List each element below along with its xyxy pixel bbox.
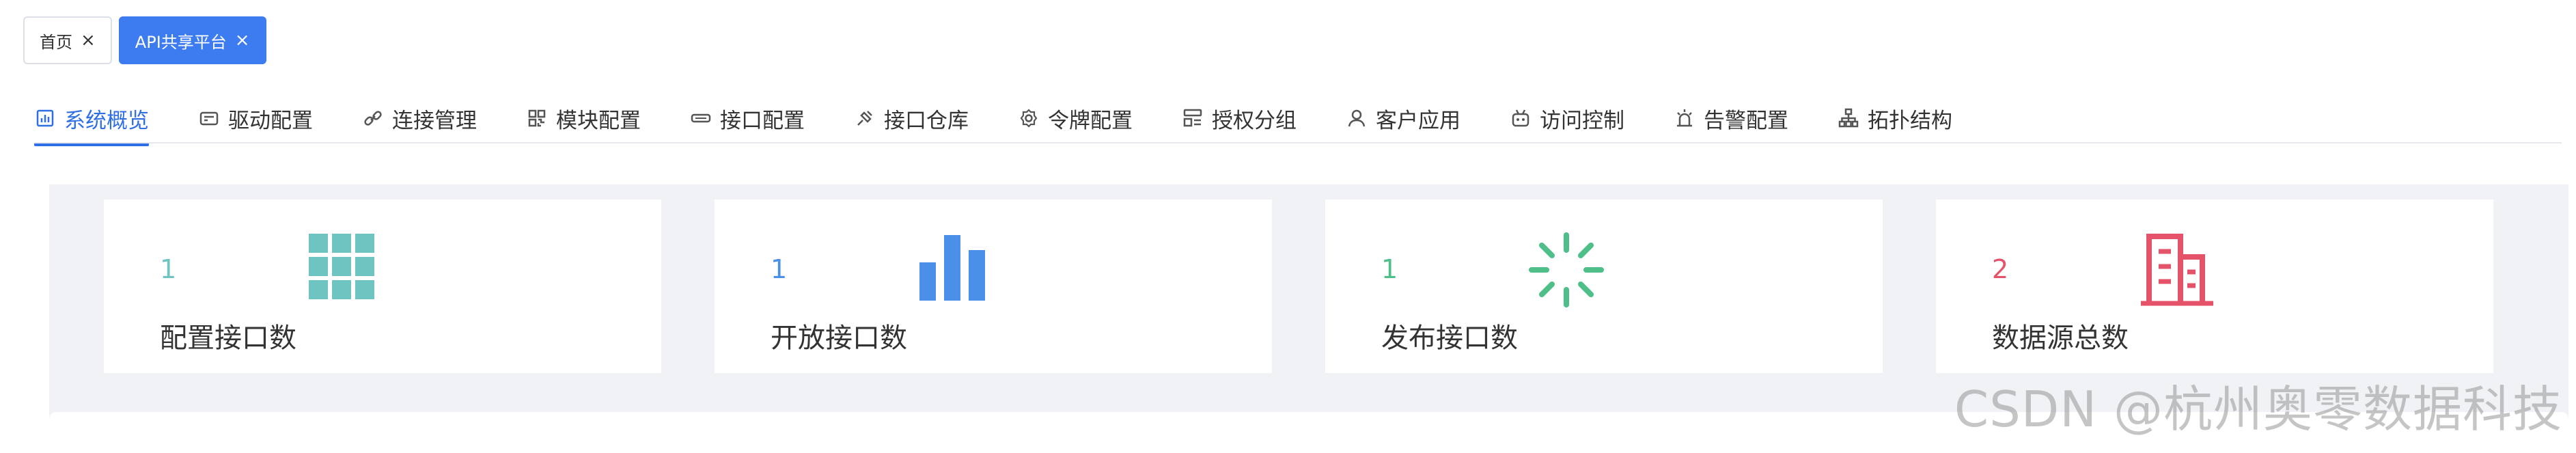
stat-label: 发布接口数 — [1381, 322, 1518, 354]
tab-system-overview[interactable]: 系统概览 — [34, 94, 149, 146]
stat-value: 1 — [1381, 254, 1398, 284]
tab-label: 授权分组 — [1212, 108, 1297, 133]
tab-token-config[interactable]: 令牌配置 — [1018, 94, 1133, 142]
stat-label: 数据源总数 — [1992, 322, 2129, 354]
loading-icon — [1529, 232, 1604, 307]
tab-label: 接口仓库 — [884, 108, 969, 133]
page-tab-label: 首页 — [40, 32, 72, 52]
tab-client-app[interactable]: 客户应用 — [1346, 94, 1460, 142]
close-icon[interactable]: × — [81, 31, 96, 49]
user-icon — [1348, 109, 1366, 127]
tab-label: 拓扑结构 — [1868, 108, 1952, 133]
stat-label: 开放接口数 — [771, 322, 907, 354]
link-icon — [364, 111, 382, 126]
stat-card-datasources: 2 数据源总数 — [1936, 200, 2493, 373]
tab-label: 客户应用 — [1376, 108, 1460, 133]
page-tabs: 首页 × API共享平台 × — [23, 16, 266, 64]
tab-label: 访问控制 — [1540, 108, 1624, 133]
tab-alarm-config[interactable]: 告警配置 — [1674, 94, 1788, 142]
grid-icon — [309, 234, 374, 299]
stat-card-open-interfaces: 1 开放接口数 — [715, 200, 1272, 373]
driver-icon — [199, 111, 219, 126]
stat-card-configured-interfaces: 1 配置接口数 — [104, 200, 661, 373]
interface-icon — [691, 113, 711, 123]
tab-label: 告警配置 — [1704, 108, 1788, 133]
topology-icon — [1838, 108, 1859, 128]
tab-interface-config[interactable]: 接口配置 — [690, 94, 805, 142]
page-tab-label: API共享平台 — [135, 32, 227, 52]
tab-label: 令牌配置 — [1048, 108, 1133, 133]
page-tab-api-platform[interactable]: API共享平台 × — [118, 16, 266, 64]
group-icon — [1183, 109, 1202, 127]
module-icon — [528, 109, 546, 127]
page-tab-home[interactable]: 首页 × — [23, 16, 112, 64]
bar-chart-icon — [919, 235, 985, 301]
stat-value: 1 — [771, 254, 788, 284]
tab-label: 模块配置 — [556, 108, 641, 133]
dashboard-icon — [36, 109, 54, 127]
tab-label: 驱动配置 — [228, 108, 313, 133]
tab-interface-repo[interactable]: 接口仓库 — [854, 94, 969, 142]
repository-icon — [857, 111, 872, 126]
tab-label: 系统概览 — [64, 108, 149, 133]
tab-label: 接口配置 — [720, 108, 805, 133]
tabs-divider — [34, 142, 2562, 143]
watermark: CSDN @杭州奥零数据科技 — [1954, 381, 2562, 438]
stat-card-published-interfaces: 1 发布接口数 — [1325, 200, 1883, 373]
tab-module-config[interactable]: 模块配置 — [526, 94, 641, 142]
tab-topology[interactable]: 拓扑结构 — [1838, 94, 1952, 142]
stat-label: 配置接口数 — [160, 322, 296, 354]
tab-connection-manage[interactable]: 连接管理 — [362, 94, 477, 142]
tab-auth-group[interactable]: 授权分组 — [1182, 94, 1297, 142]
robot-icon — [1512, 109, 1529, 127]
close-icon[interactable]: × — [235, 31, 250, 49]
module-tabs: 系统概览 驱动配置 连接管理 模块配置 接口配置 接口仓库 令牌配置 授权分组 … — [34, 94, 2002, 146]
stat-value: 2 — [1992, 254, 2009, 284]
stat-value: 1 — [160, 254, 177, 284]
tab-access-control[interactable]: 访问控制 — [1510, 94, 1624, 142]
tab-label: 连接管理 — [392, 108, 477, 133]
alarm-icon — [1677, 109, 1692, 127]
tab-driver-config[interactable]: 驱动配置 — [198, 94, 313, 142]
gear-icon — [1020, 109, 1038, 128]
building-icon — [2141, 234, 2213, 306]
